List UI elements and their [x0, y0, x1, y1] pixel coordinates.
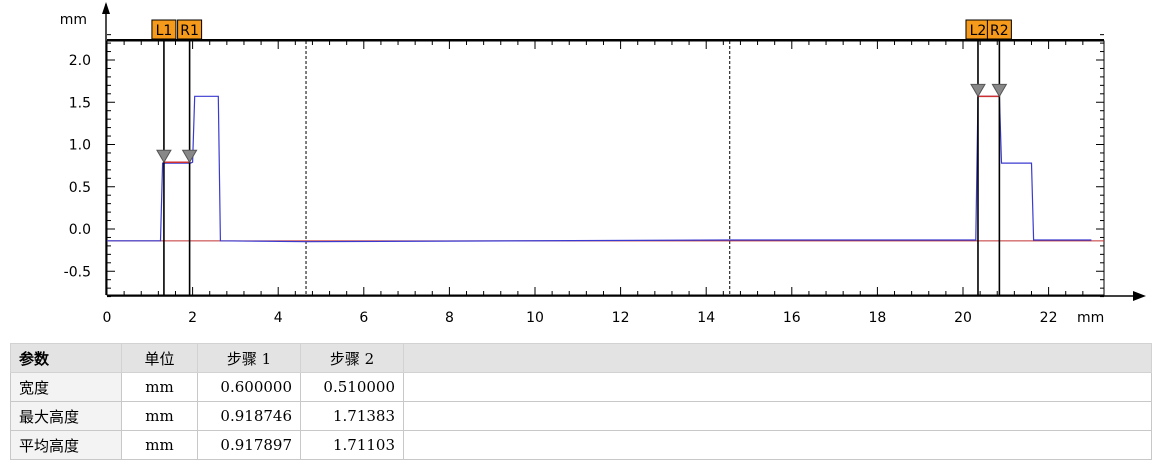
cursor-label: R1 — [180, 23, 199, 39]
x-tick-label: 14 — [697, 310, 715, 326]
row-filler — [403, 401, 1152, 431]
y-tick-label: 2.0 — [69, 53, 91, 69]
x-tick-label: 20 — [954, 310, 972, 326]
table-row[interactable]: 宽度 mm 0.600000 0.510000 — [10, 372, 1152, 402]
cursor-label: L1 — [156, 23, 173, 39]
param-unit: mm — [121, 372, 198, 402]
x-tick-label: 2 — [188, 310, 197, 326]
cursor-label: L2 — [970, 23, 987, 39]
x-tick-label: 22 — [1040, 310, 1058, 326]
column-header-unit[interactable]: 单位 — [121, 343, 198, 373]
param-step-2: 1.71383 — [300, 401, 404, 431]
x-tick-label: 0 — [103, 310, 112, 326]
plot-area — [106, 40, 1105, 296]
x-tick-label: 18 — [868, 310, 886, 326]
x-tick-label: 12 — [612, 310, 630, 326]
x-tick-label: 8 — [445, 310, 454, 326]
y-axis-unit-label: mm — [60, 12, 87, 28]
x-tick-label: 4 — [274, 310, 283, 326]
y-tick-label: 0.0 — [69, 222, 91, 238]
profile-chart: 0 2 4 6 8 10 12 14 16 18 20 22 2.0 1.5 1.0 0.5 0.0 -0.5 L… — [60, 2, 1146, 326]
row-filler — [403, 372, 1152, 402]
column-header-step-1[interactable]: 步骤 1 — [197, 343, 301, 373]
param-step-2: 0.510000 — [300, 372, 404, 402]
param-step-1: 0.917897 — [197, 430, 301, 460]
x-axis-arrow — [1133, 291, 1146, 301]
param-unit: mm — [121, 430, 198, 460]
x-axis-unit-label: mm — [1077, 310, 1104, 326]
param-name: 宽度 — [10, 372, 122, 402]
table-row[interactable]: 平均高度 mm 0.917897 1.71103 — [10, 430, 1152, 460]
param-step-1: 0.600000 — [197, 372, 301, 402]
y-tick-label: -0.5 — [64, 264, 91, 280]
table-header-row: 参数 单位 步骤 1 步骤 2 — [10, 343, 1152, 373]
param-unit: mm — [121, 401, 198, 431]
param-name: 平均高度 — [10, 430, 122, 460]
cursor-label: R2 — [990, 23, 1009, 39]
y-axis-arrow — [102, 2, 110, 14]
column-header-step-2[interactable]: 步骤 2 — [300, 343, 404, 373]
x-tick-label: 16 — [783, 310, 801, 326]
y-tick-label: 1.5 — [69, 95, 91, 111]
param-step-2: 1.71103 — [300, 430, 404, 460]
table-row[interactable]: 最大高度 mm 0.918746 1.71383 — [10, 401, 1152, 431]
x-tick-label: 6 — [359, 310, 368, 326]
parameter-table: 参数 单位 步骤 1 步骤 2 宽度 mm 0.600000 0.510000 … — [10, 343, 1152, 460]
y-tick-label: 0.5 — [69, 180, 91, 196]
y-tick-label: 1.0 — [69, 138, 91, 154]
x-tick-label: 10 — [526, 310, 544, 326]
param-name: 最大高度 — [10, 401, 122, 431]
row-filler — [403, 430, 1152, 460]
param-step-1: 0.918746 — [197, 401, 301, 431]
column-header-parameter[interactable]: 参数 — [10, 343, 122, 373]
column-header-filler — [403, 343, 1152, 373]
plot-frame: 0 2 4 6 8 10 12 14 16 18 20 22 2.0 1.5 1.0 0.5 0.0 -0.5 — [64, 2, 1146, 326]
